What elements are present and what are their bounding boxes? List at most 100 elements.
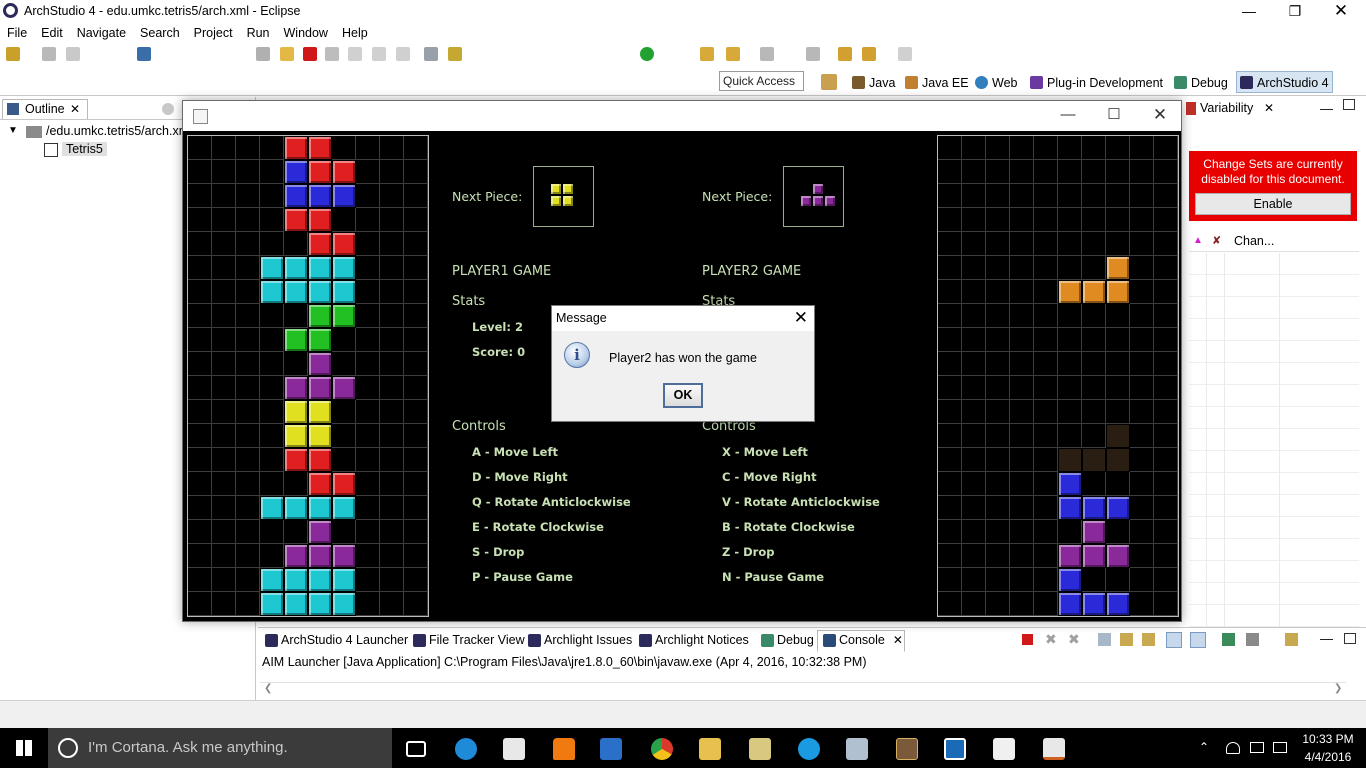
step-into-icon[interactable] (348, 47, 362, 61)
save-icon[interactable] (42, 47, 56, 61)
start-windows-icon[interactable] (16, 740, 32, 756)
folder-icon[interactable] (749, 738, 771, 760)
close-console-icon[interactable]: ✕ (893, 633, 903, 647)
enable-button[interactable]: Enable (1195, 193, 1351, 215)
terminate-console-icon[interactable] (1022, 634, 1033, 645)
drop-frame-icon[interactable] (424, 47, 438, 61)
scroll-left-icon[interactable]: ❮ (264, 683, 272, 694)
disconnect-icon[interactable] (325, 47, 339, 61)
perspective-archstudio[interactable]: ArchStudio 4 (1240, 74, 1329, 92)
show-hidden-icons-icon[interactable]: ⌃ (1199, 740, 1209, 754)
open-console-menu-icon[interactable] (1285, 633, 1298, 646)
perspective-web[interactable]: Web (975, 74, 1017, 92)
suspend-icon[interactable] (280, 47, 294, 61)
terminate-icon[interactable] (303, 47, 317, 61)
notification-icon[interactable] (1273, 742, 1287, 753)
photos-icon[interactable] (993, 738, 1015, 760)
internet-explorer-icon[interactable] (455, 738, 477, 760)
restore-button[interactable]: ❐ (1272, 0, 1318, 24)
task-view-icon[interactable] (406, 741, 426, 757)
tab-variability[interactable]: Variability ✕ (1184, 99, 1276, 119)
clear-console-icon[interactable] (1098, 633, 1111, 646)
menu-search[interactable]: Search (133, 24, 187, 42)
pin-console-icon[interactable] (1222, 633, 1235, 646)
quick-access-input[interactable]: Quick Access (719, 71, 804, 91)
resume-icon[interactable] (256, 47, 270, 61)
maximize-view-icon[interactable] (1343, 99, 1355, 110)
show-stdout-icon[interactable] (1166, 632, 1182, 648)
menu-edit[interactable]: Edit (34, 24, 70, 42)
game-close-button[interactable]: ✕ (1137, 104, 1183, 128)
tab-outline[interactable]: Outline ✕ (2, 99, 88, 119)
perspective-java-ee[interactable]: Java EE (905, 74, 969, 92)
forward-icon[interactable] (898, 47, 912, 61)
last-edit-icon[interactable] (838, 47, 852, 61)
scroll-lock-icon[interactable] (1120, 633, 1133, 646)
wifi-icon[interactable] (1226, 742, 1240, 754)
minimize-view-icon[interactable]: — (1320, 101, 1333, 116)
open-perspective-icon[interactable] (821, 74, 837, 90)
menu-navigate[interactable]: Navigate (70, 24, 133, 42)
system-clock[interactable]: 10:33 PM 4/4/2016 (1296, 730, 1360, 766)
tab-console[interactable]: Console ✕ (821, 631, 903, 651)
minimize-button[interactable]: — (1226, 0, 1272, 24)
prev-annotation-icon[interactable] (806, 47, 820, 61)
tab-debug[interactable]: Debug (759, 631, 814, 651)
menu-project[interactable]: Project (187, 24, 240, 42)
vlc-icon[interactable] (553, 738, 575, 760)
display-console-icon[interactable] (1246, 633, 1259, 646)
skype-icon[interactable] (798, 738, 820, 760)
perspective-plugin-dev[interactable]: Plug-in Development (1030, 74, 1163, 92)
ok-button[interactable]: OK (663, 383, 703, 408)
view-menu-icon[interactable] (162, 103, 174, 115)
close-button[interactable]: ✕ (1318, 0, 1364, 24)
next-annotation-icon[interactable] (760, 47, 774, 61)
lenovo-icon[interactable] (600, 738, 622, 760)
tab-archlight-notices[interactable]: Archlight Notices (637, 631, 749, 651)
step-over-icon[interactable] (372, 47, 386, 61)
photo-viewer-icon[interactable] (846, 738, 868, 760)
outline-child-item[interactable]: Tetris5 (62, 142, 107, 156)
change-set-column[interactable]: Chan... (1234, 234, 1274, 248)
file-explorer-icon[interactable] (699, 738, 721, 760)
open-task-icon[interactable] (726, 47, 740, 61)
store-icon[interactable] (503, 738, 525, 760)
perspective-java[interactable]: Java (852, 74, 895, 92)
open-type-icon[interactable] (700, 47, 714, 61)
chrome-icon[interactable] (651, 738, 673, 760)
use-step-filters-icon[interactable] (448, 47, 462, 61)
step-return-icon[interactable] (396, 47, 410, 61)
dialog-close-icon[interactable]: ✕ (794, 307, 808, 329)
perspective-debug[interactable]: Debug (1174, 74, 1228, 92)
close-variability-icon[interactable]: ✕ (1264, 99, 1274, 117)
game-maximize-button[interactable]: ☐ (1091, 104, 1137, 128)
java-app-icon[interactable] (1043, 738, 1065, 760)
game-minimize-button[interactable]: — (1045, 104, 1091, 128)
archstudio-taskbar-icon[interactable] (944, 738, 966, 760)
new-icon[interactable] (6, 47, 20, 61)
minimize-console-icon[interactable]: — (1320, 631, 1333, 646)
menu-run[interactable]: Run (240, 24, 277, 42)
change-sets-table[interactable] (1189, 253, 1359, 627)
back-icon[interactable] (862, 47, 876, 61)
save-all-icon[interactable] (66, 47, 80, 61)
remove-all-icon[interactable]: ✖ (1068, 631, 1080, 648)
menu-help[interactable]: Help (335, 24, 375, 42)
console-horizontal-scrollbar[interactable]: ❮ ❯ (260, 682, 1346, 698)
volume-icon[interactable] (1250, 742, 1264, 753)
word-wrap-icon[interactable] (1142, 633, 1155, 646)
close-outline-icon[interactable]: ✕ (70, 100, 80, 118)
menu-file[interactable]: File (0, 24, 34, 42)
scroll-right-icon[interactable]: ❯ (1334, 683, 1342, 694)
maximize-console-icon[interactable] (1344, 633, 1356, 644)
tree-expand-icon[interactable]: ▼ (8, 125, 18, 136)
game-app-icon[interactable] (896, 738, 918, 760)
menu-window[interactable]: Window (277, 24, 335, 42)
remove-launch-icon[interactable]: ✖ (1045, 631, 1057, 648)
show-stderr-icon[interactable] (1190, 632, 1206, 648)
tab-archstudio-launcher[interactable]: ArchStudio 4 Launcher (263, 631, 408, 651)
open-console-icon[interactable] (137, 47, 151, 61)
outline-root-item[interactable]: /edu.umkc.tetris5/arch.xml (46, 124, 192, 138)
tab-archlight-issues[interactable]: Archlight Issues (526, 631, 632, 651)
cortana-search-box[interactable]: I'm Cortana. Ask me anything. (48, 728, 392, 768)
